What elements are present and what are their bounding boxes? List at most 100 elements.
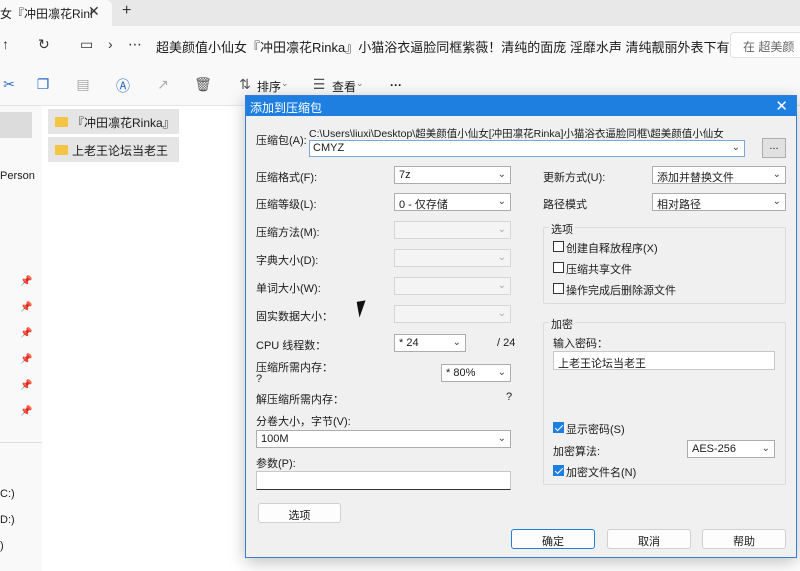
format-select[interactable]: 7z ⌄ xyxy=(394,166,511,184)
split-volume-select[interactable]: 100M ⌄ xyxy=(256,430,511,448)
dict-size-select[interactable]: ⌄ xyxy=(394,249,511,267)
chevron-down-icon[interactable]: ⌄ xyxy=(356,78,364,89)
list-item[interactable]: 『冲田凛花Rinka』 xyxy=(48,109,179,134)
tab-current[interactable]: 女『冲田凛花Rinl ✕ xyxy=(0,0,112,26)
method-select[interactable]: ⌄ xyxy=(394,221,511,239)
shared-files-label: 压缩共享文件 xyxy=(566,264,632,276)
solid-size-label: 固实数据大小： xyxy=(256,311,333,323)
chevron-down-icon[interactable]: ⌄ xyxy=(732,142,740,153)
chevron-right-icon[interactable]: › xyxy=(108,36,113,52)
chevron-down-icon: ⌄ xyxy=(497,433,506,444)
sidebar-item-drive[interactable]: ) xyxy=(0,540,4,552)
pin-icon: 📌 xyxy=(20,302,33,313)
password-input[interactable]: 上老王论坛当老王 xyxy=(553,351,775,370)
view-icon[interactable]: ☰ xyxy=(310,76,328,94)
cpu-threads-total: / 24 xyxy=(497,337,516,349)
copy-icon[interactable]: ❐ xyxy=(34,76,52,94)
delete-icon[interactable]: 🗑 xyxy=(194,76,212,94)
chevron-down-icon: ⌄ xyxy=(772,169,781,180)
sidebar-item-selected[interactable] xyxy=(0,112,32,138)
browse-button[interactable]: ... xyxy=(762,138,786,158)
refresh-icon[interactable]: ↻ xyxy=(38,36,50,53)
chevron-down-icon: ⌄ xyxy=(497,280,506,291)
chevron-down-icon: ⌄ xyxy=(761,443,770,454)
chevron-down-icon: ⌄ xyxy=(452,337,461,348)
dialog-title-bar: 添加到压缩包 ✕ xyxy=(246,96,796,116)
pin-icon: 📌 xyxy=(20,354,33,365)
archive-name-field[interactable]: CMYZ ⌄ xyxy=(309,140,745,157)
shared-files-checkbox[interactable] xyxy=(553,262,564,273)
level-value: 0 - 仅存储 xyxy=(399,199,448,211)
options-button[interactable]: 选项 xyxy=(258,503,341,523)
sort-button[interactable]: 排序 xyxy=(257,78,281,95)
delete-source-checkbox[interactable] xyxy=(553,283,564,294)
pin-icon: 📌 xyxy=(20,406,33,417)
view-button[interactable]: 查看 xyxy=(332,78,356,95)
help-button[interactable]: 帮助 xyxy=(702,529,786,549)
monitor-icon[interactable]: ▭ xyxy=(80,36,93,53)
tab-title: 女『冲田凛花Rinl xyxy=(0,7,93,21)
share-icon[interactable]: ↗ xyxy=(154,76,172,94)
address-path[interactable]: 超美颜值小仙女『冲田凛花Rinka』小猫浴衣逼脸同框紫薇！清纯的面庞 淫靡水声 … xyxy=(156,37,768,56)
new-tab-icon[interactable]: + xyxy=(122,2,131,20)
list-item[interactable]: 上老王论坛当老王 xyxy=(48,137,179,162)
memory-usage-select[interactable]: * 80% ⌄ xyxy=(441,364,511,382)
chevron-down-icon: ⌄ xyxy=(497,367,506,378)
search-input[interactable]: 在 超美颜 xyxy=(730,32,800,58)
close-icon[interactable]: ✕ xyxy=(775,97,788,115)
encrypt-filenames-label: 加密文件名(N) xyxy=(566,467,637,479)
chevron-down-icon[interactable]: ⌄ xyxy=(281,78,289,89)
cut-icon[interactable]: ✂ xyxy=(0,76,18,94)
chevron-down-icon: ⌄ xyxy=(497,252,506,263)
format-value: 7z xyxy=(399,169,411,181)
more-options-icon[interactable]: ··· xyxy=(390,78,402,92)
solid-size-select[interactable]: ⌄ xyxy=(394,305,511,323)
cpu-threads-select[interactable]: * 24 ⌄ xyxy=(394,334,466,352)
add-to-archive-dialog: 添加到压缩包 ✕ 压缩包(A): C:\Users\liuxi\Desktop\… xyxy=(245,95,797,558)
ok-button[interactable]: 确定 xyxy=(511,529,595,549)
word-size-label: 单词大小(W): xyxy=(256,283,321,295)
level-label: 压缩等级(L): xyxy=(256,199,317,211)
show-password-checkbox[interactable] xyxy=(553,422,564,433)
sidebar-item-drive-d[interactable]: D:) xyxy=(0,514,15,526)
close-icon[interactable]: ✕ xyxy=(88,3,100,20)
archive-path: C:\Users\liuxi\Desktop\超美颜值小仙女[冲田凛花Rinka… xyxy=(309,128,729,140)
tab-bar: 女『冲田凛花Rinl ✕ + xyxy=(0,0,800,26)
address-bar: ↑ ↻ ▭ › ⋯ 超美颜值小仙女『冲田凛花Rinka』小猫浴衣逼脸同框紫薇！清… xyxy=(0,26,800,64)
decompress-memory-value: ? xyxy=(506,391,513,403)
update-mode-select[interactable]: 添加并替换文件 ⌄ xyxy=(652,166,786,184)
sidebar-item-drive-c[interactable]: C:) xyxy=(0,488,15,500)
level-select[interactable]: 0 - 仅存储 ⌄ xyxy=(394,193,511,211)
update-mode-label: 更新方式(U): xyxy=(543,172,606,184)
options-group-title: 选项 xyxy=(549,221,575,237)
path-mode-select[interactable]: 相对路径 ⌄ xyxy=(652,193,786,211)
more-icon[interactable]: ⋯ xyxy=(128,36,142,53)
pin-icon: 📌 xyxy=(20,276,33,287)
show-password-label: 显示密码(S) xyxy=(566,424,625,436)
archive-name-value: CMYZ xyxy=(313,142,345,154)
chevron-down-icon: ⌄ xyxy=(497,308,506,319)
encrypt-filenames-checkbox[interactable] xyxy=(553,465,564,476)
update-mode-value: 添加并替换文件 xyxy=(657,172,734,184)
decompress-memory-label: 解压缩所需内存： xyxy=(256,394,344,406)
folder-icon xyxy=(55,117,68,127)
sfx-checkbox[interactable] xyxy=(553,241,564,252)
rename-icon[interactable]: Ⓐ xyxy=(114,76,132,94)
split-volume-value: 100M xyxy=(261,433,289,445)
word-size-select[interactable]: ⌄ xyxy=(394,277,511,295)
paste-icon[interactable]: ▤ xyxy=(74,76,92,94)
encryption-method-select[interactable]: AES-256 ⌄ xyxy=(687,440,775,458)
parameters-input[interactable] xyxy=(256,471,511,490)
memory-label: 压缩所需内存： xyxy=(256,362,333,374)
sort-icon[interactable]: ⇅ xyxy=(236,76,254,94)
dialog-title: 添加到压缩包 xyxy=(250,101,323,115)
cancel-button[interactable]: 取消 xyxy=(607,529,691,549)
archive-label: 压缩包(A): xyxy=(256,135,307,147)
sfx-label: 创建自释放程序(X) xyxy=(566,243,658,255)
up-arrow-icon[interactable]: ↑ xyxy=(2,36,9,52)
path-mode-label: 路径模式 xyxy=(543,199,587,211)
dict-size-label: 字典大小(D): xyxy=(256,255,319,267)
delete-source-label: 操作完成后删除源文件 xyxy=(566,285,676,297)
sidebar-item-onedrive[interactable]: Person xyxy=(0,170,35,182)
parameters-label: 参数(P): xyxy=(256,458,296,470)
